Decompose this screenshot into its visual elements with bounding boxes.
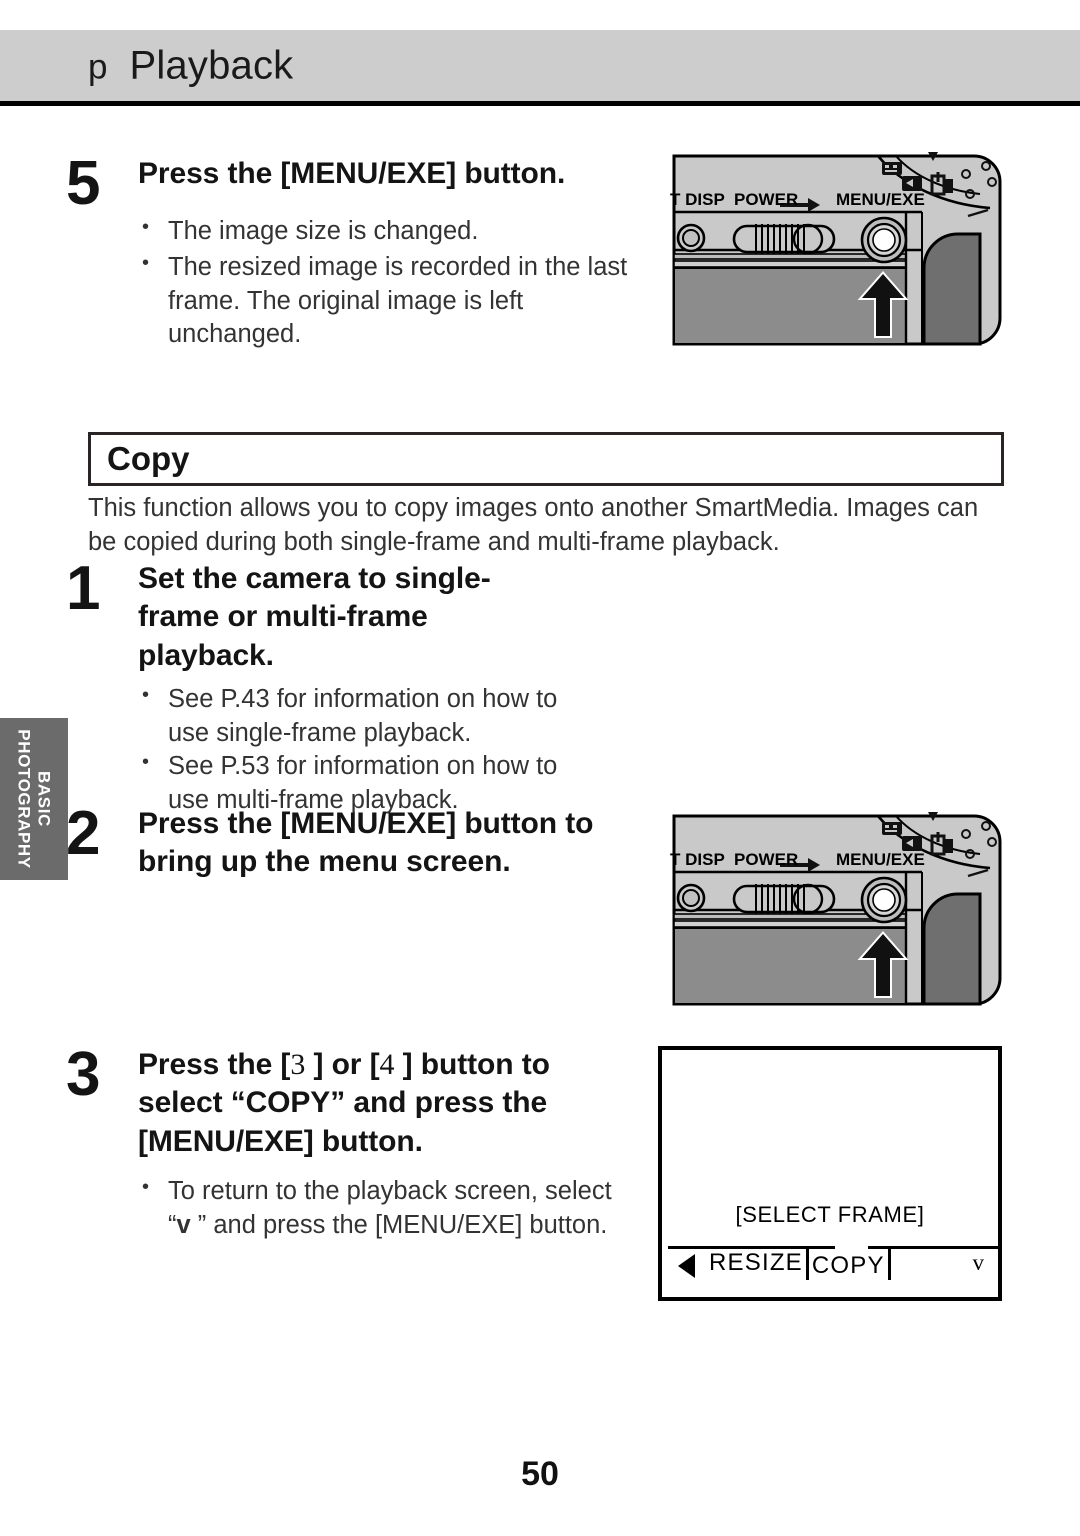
step-1-bullets: See P.43 for information on how to use s… <box>138 682 566 818</box>
section-description: This function allows you to copy images … <box>88 494 979 556</box>
step-5-bullets: The image size is changed. The resized i… <box>138 214 646 352</box>
step-3: 3 Press the [3 ] or [4 ] button to selec… <box>66 1040 636 1242</box>
section-tab-line2: PHOTOGRAPHY <box>15 729 34 869</box>
step-3-bullets: To return to the playback screen, select… <box>138 1174 636 1242</box>
lcd-menu-items: RESIZE COPY <box>706 1246 891 1280</box>
step-2: 2 Press the [MENU/EXE] button to bring u… <box>66 799 646 882</box>
lcd-menu-item-resize[interactable]: RESIZE <box>706 1246 806 1277</box>
step-3-title: Press the [3 ] or [4 ] button to select … <box>138 1046 636 1161</box>
lcd-screen-title: [SELECT FRAME] <box>735 1202 925 1227</box>
svg-text:T DISP: T DISP <box>670 850 725 869</box>
step-3-number: 3 <box>66 1040 101 1109</box>
svg-text:POWER: POWER <box>734 190 798 209</box>
step-1: 1 Set the camera to single-frame or mult… <box>66 554 566 818</box>
svg-text:MENU/EXE: MENU/EXE <box>836 850 925 869</box>
step-3-body: Press the [3 ] or [4 ] button to select … <box>138 1046 636 1242</box>
left-triangle-icon[interactable] <box>678 1254 695 1278</box>
step-5-title: Press the [MENU/EXE] button. <box>138 157 566 190</box>
step-3-bullet-part2: ” and press the [MENU/EXE] button. <box>190 1210 608 1239</box>
down-arrow-symbol: v <box>176 1210 191 1239</box>
page-header: p Playback <box>0 30 1080 106</box>
step-5: 5 Press the [MENU/EXE] button. The image… <box>66 149 646 352</box>
section-tab-label: BASIC PHOTOGRAPHY <box>14 729 54 869</box>
section-tab-line1: BASIC <box>34 771 54 827</box>
list-item: The image size is changed. <box>138 214 646 249</box>
left-arrow-symbol: 3 <box>290 1048 306 1081</box>
camera-top-illustration-1: T DISP POWER MENU/EXE <box>660 150 1004 350</box>
camera-diagram: T DISP POWER MENU/EXE <box>670 152 1002 346</box>
playback-mode-icon: p <box>88 47 108 86</box>
list-item: The resized image is recorded in the las… <box>138 250 646 352</box>
section-heading-box: Copy <box>88 432 1004 486</box>
step-1-title: Set the camera to single-frame or multi-… <box>138 562 491 672</box>
header-inner: p Playback <box>88 43 293 88</box>
step-3-title-part2: ] or [ <box>305 1048 380 1081</box>
page-title: Playback <box>129 43 294 87</box>
step-2-body: Press the [MENU/EXE] button to bring up … <box>138 805 646 882</box>
step-5-number: 5 <box>66 149 101 218</box>
step-2-number: 2 <box>66 799 101 868</box>
down-marker-icon[interactable]: v <box>973 1250 985 1276</box>
page-number: 50 <box>521 1455 559 1493</box>
lcd-menu-bar: RESIZE COPY v <box>662 1228 1000 1290</box>
svg-text:POWER: POWER <box>734 850 798 869</box>
step-5-body: Press the [MENU/EXE] button. The image s… <box>138 155 646 352</box>
svg-text:MENU/EXE: MENU/EXE <box>836 190 925 209</box>
camera-diagram: T DISP POWER MENU/EXE <box>670 812 1002 1006</box>
list-item: To return to the playback screen, select… <box>138 1174 636 1242</box>
camera-top-illustration-2: T DISP POWER MENU/EXE <box>660 810 1004 1010</box>
step-1-body: Set the camera to single-frame or multi-… <box>138 560 566 818</box>
section-heading-label: Copy <box>107 440 190 477</box>
lcd-menu-screen: [SELECT FRAME] RESIZE COPY v <box>658 1046 1002 1301</box>
lcd-menu-item-copy-selected[interactable]: COPY <box>805 1246 891 1280</box>
step-3-title-part1: Press the [ <box>138 1048 291 1081</box>
svg-text:T DISP: T DISP <box>670 190 725 209</box>
right-arrow-symbol: 4 <box>379 1048 395 1081</box>
list-item: See P.43 for information on how to use s… <box>138 682 566 750</box>
section-tab-basic-photography: BASIC PHOTOGRAPHY <box>0 718 68 880</box>
step-1-number: 1 <box>66 554 101 623</box>
step-2-title: Press the [MENU/EXE] button to bring up … <box>138 807 594 879</box>
